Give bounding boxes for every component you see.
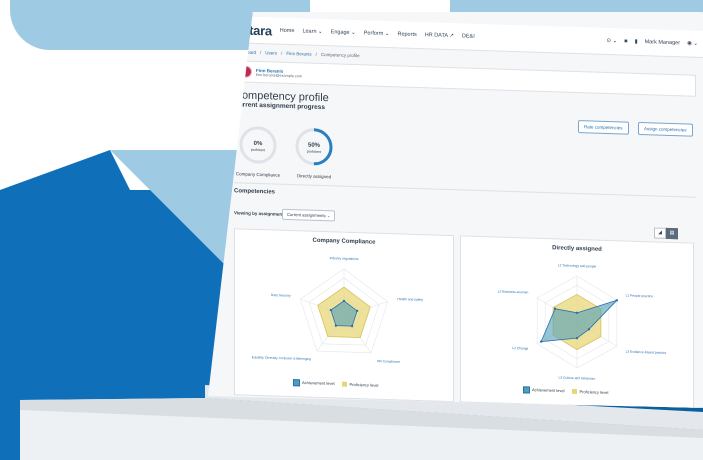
- nav-item-engage[interactable]: Engage ⌄: [331, 29, 356, 36]
- nav-item-learn[interactable]: Learn ⌄: [302, 28, 322, 35]
- assignment-select[interactable]: Current assignments ⌄: [282, 208, 336, 222]
- table-view-icon[interactable]: ▤: [666, 227, 678, 240]
- totara-logo[interactable]: ᵥtotara: [232, 22, 272, 38]
- radar-axis-label: L2 Change: [512, 346, 528, 351]
- radar-axis-label: Data Security: [271, 293, 291, 298]
- breadcrumb-separator: /: [281, 50, 283, 56]
- assign-competencies-button[interactable]: Assign competencies: [638, 121, 693, 137]
- legend-swatch-achievement: [293, 379, 300, 387]
- chart-legend: Achievement level Proficiency level: [523, 386, 608, 396]
- assignment-select-value: Current assignments: [287, 211, 326, 219]
- user-menu[interactable]: Mark Manager: [645, 39, 680, 46]
- legend-label: Proficiency level: [579, 388, 609, 395]
- radar-axis-label: L2 Technology and people: [558, 263, 597, 268]
- legend-proficiency: Proficiency level: [342, 381, 378, 388]
- chart-legend: Achievement level Proficiency level: [293, 379, 378, 389]
- radar-axis-label: Industry regulations: [330, 256, 359, 261]
- chart-card-company-compliance: Company Compliance Industry regulations H…: [234, 228, 454, 403]
- radar-axis-label: L2 Business acumen: [498, 289, 529, 294]
- chart-view-icon[interactable]: ◢: [654, 227, 666, 239]
- radar-chart: L2 Technology and people L1 People practi…: [498, 263, 667, 381]
- filter-label: Viewing by assignment: [234, 210, 284, 217]
- progress-directly-assigned: 50% proficient Directly assigned: [288, 126, 340, 180]
- legend-swatch-proficiency: [572, 389, 578, 395]
- user-avatar-icon[interactable]: ◉ ⌄: [687, 40, 698, 46]
- progress-caption: proficient: [307, 150, 321, 154]
- rate-competencies-button[interactable]: Rate competencies: [578, 120, 629, 135]
- user-info: Finn Beranis finn.beranis@example.com: [256, 67, 302, 77]
- legend-label: Proficiency level: [349, 381, 379, 388]
- help-icon[interactable]: ⊙ ⌄: [606, 38, 617, 44]
- avatar: [240, 65, 252, 78]
- radar-axis-label: L1 People practice: [626, 293, 653, 298]
- nav-item-perform[interactable]: Perform ⌄: [364, 30, 390, 37]
- legend-label: Achievement level: [532, 387, 565, 394]
- chevron-down-icon: ⌄: [326, 213, 331, 219]
- nav-item-home[interactable]: Home: [280, 28, 295, 34]
- progress-name: Company Compliance: [235, 171, 281, 178]
- radar-axis-label: Health and safety: [397, 297, 423, 302]
- breadcrumb-separator: /: [315, 51, 317, 57]
- breadcrumb-user[interactable]: Finn Beranis: [286, 51, 311, 57]
- message-icon[interactable]: ■: [624, 39, 627, 45]
- legend-proficiency: Proficiency level: [572, 389, 608, 396]
- nav-right-tools: ⊙ ⌄ ■ ▮ Mark Manager ◉ ⌄: [606, 38, 703, 47]
- legend-achievement: Achievement level: [293, 379, 334, 387]
- progress-percent: 50%: [308, 143, 321, 149]
- breadcrumb-dashboard[interactable]: Dashboard: [234, 49, 256, 55]
- breadcrumb-users[interactable]: Users: [265, 50, 277, 55]
- breadcrumb-current: Competency profile: [320, 51, 360, 59]
- progress-caption: proficient: [251, 148, 265, 152]
- progress-company-compliance: 0% proficient Company Compliance: [232, 124, 284, 178]
- chart-card-directly-assigned: Directly assigned L2 Technology and peop…: [460, 235, 694, 408]
- legend-swatch-proficiency: [342, 381, 348, 388]
- logo-mark-icon: ᵥ: [232, 21, 237, 37]
- legend-swatch-achievement: [523, 386, 530, 394]
- view-toggle: ◢ ▤: [654, 227, 678, 240]
- radar-axis-label: Equality, Diversity, Inclusion & Belongi…: [252, 355, 311, 361]
- notification-icon[interactable]: ▮: [635, 39, 638, 45]
- nav-item-dei[interactable]: DE&I: [462, 33, 475, 39]
- progress-ring-0: 0% proficient: [239, 126, 277, 164]
- nav-item-reports[interactable]: Reports: [397, 31, 416, 38]
- section-divider: [234, 182, 696, 198]
- legend-achievement: Achievement level: [523, 386, 564, 394]
- progress-ring-1: 50% proficient: [295, 128, 333, 166]
- app-window: ᵥtotara Home Learn ⌄ Engage ⌄ Perform ⌄ …: [208, 12, 703, 408]
- user-email: finn.beranis@example.com: [256, 72, 303, 78]
- breadcrumb-separator: /: [260, 50, 262, 56]
- nav-item-hr-data[interactable]: HR DATA ↗: [425, 32, 454, 39]
- legend-label: Achievement level: [302, 379, 335, 386]
- radar-axis-label: HR Compliance: [377, 359, 400, 364]
- progress-percent: 0%: [254, 141, 263, 147]
- laptop-screen: ᵥtotara Home Learn ⌄ Engage ⌄ Perform ⌄ …: [208, 12, 703, 408]
- competencies-heading: Competencies: [234, 188, 276, 196]
- logo-text: totara: [237, 21, 272, 38]
- progress-name: Directly assigned: [296, 173, 332, 180]
- radar-axis-label: L3 Culture and behaviour: [558, 376, 596, 381]
- radar-axis-label: L3 Evidence-based practice: [626, 350, 667, 355]
- radar-chart: Industry regulations Health and safety HR …: [252, 256, 424, 364]
